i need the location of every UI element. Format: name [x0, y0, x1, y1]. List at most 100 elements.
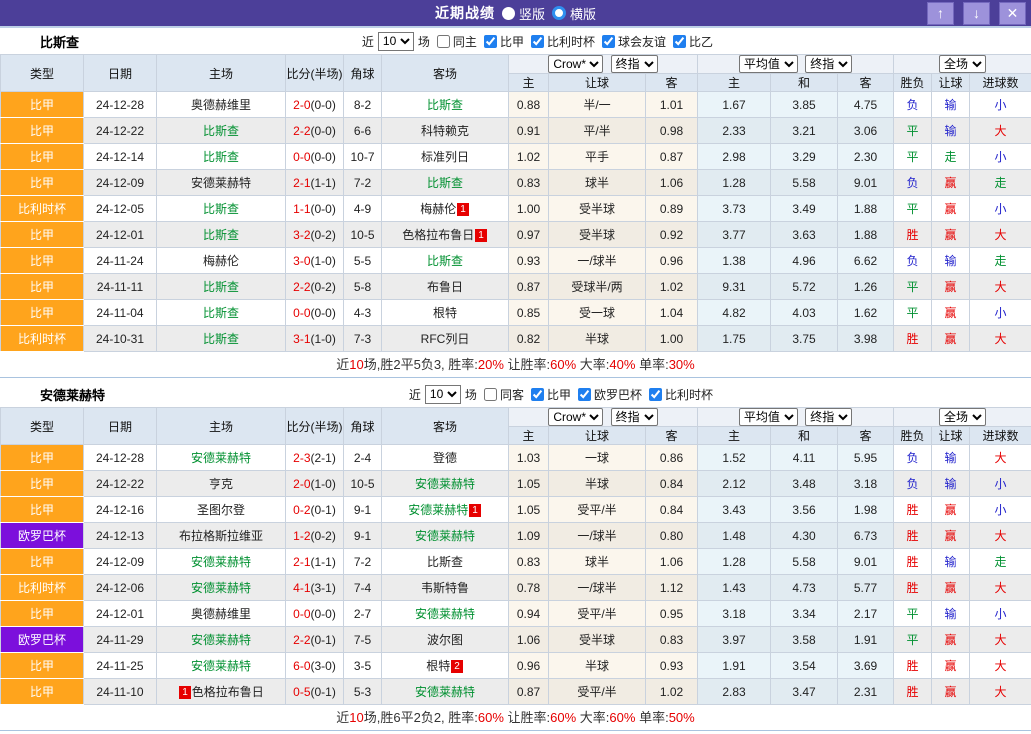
radio-selected-icon[interactable]	[502, 7, 515, 20]
final-odds-select-1[interactable]: 终指	[611, 55, 658, 73]
layout-radio-horizontal[interactable]: 横版	[552, 4, 596, 23]
match-date: 24-11-25	[84, 653, 157, 679]
match-type: 比甲	[1, 653, 84, 679]
move-down-button[interactable]: ↓	[963, 2, 990, 25]
league-checkbox[interactable]	[531, 388, 544, 401]
result-goals: 走	[970, 170, 1031, 196]
halftime-score: (1-1)	[311, 176, 336, 190]
avg-home-odds: 1.43	[698, 575, 771, 601]
column-header-avg-draw: 和	[771, 427, 838, 445]
column-header-away-odds: 客	[646, 427, 698, 445]
league-checkbox[interactable]	[484, 35, 497, 48]
handicap-line: 球半	[549, 170, 646, 196]
handicap-away-odds: 1.01	[646, 92, 698, 118]
corner-score: 8-2	[344, 92, 382, 118]
matches-count-select[interactable]: 10	[378, 32, 414, 51]
avg-draw-odds: 3.58	[771, 627, 838, 653]
final-odds-select-2[interactable]: 终指	[805, 55, 852, 73]
avg-home-odds: 1.67	[698, 92, 771, 118]
handicap-line: 受半球	[549, 196, 646, 222]
result-outcome: 胜	[894, 653, 932, 679]
avg-draw-odds: 3.49	[771, 196, 838, 222]
scope-select[interactable]: 全场	[939, 408, 986, 426]
match-row: 比甲24-12-28安德莱赫特2-3(2-1)2-4登德1.03一球0.861.…	[1, 445, 1031, 471]
team-label: 安德莱赫特	[191, 659, 251, 673]
average-select[interactable]: 平均值	[739, 55, 798, 73]
result-outcome: 胜	[894, 575, 932, 601]
summary-segment: 场,胜6平2负2, 胜率:	[364, 710, 478, 725]
fulltime-score: 3-2	[293, 228, 310, 242]
result-goals: 小	[970, 300, 1031, 326]
close-icon: ✕	[1007, 5, 1019, 22]
final-odds-select-1[interactable]: 终指	[611, 408, 658, 426]
same-venue-checkbox[interactable]	[484, 388, 497, 401]
same-venue-checkbox[interactable]	[437, 35, 450, 48]
match-type: 比甲	[1, 300, 84, 326]
result-handicap: 输	[932, 549, 970, 575]
corner-score: 2-7	[344, 601, 382, 627]
move-up-button[interactable]: ↑	[927, 2, 954, 25]
bookmaker-select[interactable]: Crow*	[548, 408, 603, 426]
league-checkbox[interactable]	[578, 388, 591, 401]
home-team: 奥德赫维里	[157, 601, 286, 627]
result-outcome: 平	[894, 144, 932, 170]
radio-unselected-icon[interactable]	[552, 6, 566, 20]
column-header-away-odds: 客	[646, 74, 698, 92]
match-score: 4-1(3-1)	[286, 575, 344, 601]
match-date: 24-12-28	[84, 92, 157, 118]
handicap-line: 一/球半	[549, 523, 646, 549]
fulltime-score: 3-1	[293, 332, 310, 346]
match-score: 1-1(0-0)	[286, 196, 344, 222]
away-team: 比斯查	[382, 170, 509, 196]
match-date: 24-12-06	[84, 575, 157, 601]
match-score: 1-2(0-2)	[286, 523, 344, 549]
team-label: 科特赖克	[421, 124, 469, 138]
match-row: 比甲24-11-101色格拉布鲁日0-5(0-1)5-3安德莱赫特0.87受平/…	[1, 679, 1031, 705]
halftime-score: (1-0)	[311, 332, 336, 346]
handicap-dropdowns-cell: Crow* 终指	[509, 408, 698, 427]
away-team: 韦斯特鲁	[382, 575, 509, 601]
column-header-handicap-result: 让球	[932, 427, 970, 445]
league-checkbox[interactable]	[531, 35, 544, 48]
close-button[interactable]: ✕	[999, 2, 1026, 25]
scope-select[interactable]: 全场	[939, 55, 986, 73]
away-team: 登德	[382, 445, 509, 471]
match-row: 比甲24-12-16圣图尔登0-2(0-1)9-1安德莱赫特11.05受平/半0…	[1, 497, 1031, 523]
fulltime-score: 2-1	[293, 555, 310, 569]
result-handicap: 输	[932, 601, 970, 627]
matches-count-select[interactable]: 10	[425, 385, 461, 404]
corner-score: 7-4	[344, 575, 382, 601]
result-goals: 小	[970, 196, 1031, 222]
final-odds-select-2[interactable]: 终指	[805, 408, 852, 426]
team-label: 梅赫伦	[420, 202, 456, 216]
checkbox-label: 同主	[453, 33, 477, 50]
average-select[interactable]: 平均值	[739, 408, 798, 426]
column-header-avg-away: 客	[838, 427, 894, 445]
match-row: 比甲24-11-04比斯查0-0(0-0)4-3根特0.85受一球1.044.8…	[1, 300, 1031, 326]
match-row: 比甲24-12-09安德莱赫特2-1(1-1)7-2比斯查0.83球半1.061…	[1, 549, 1031, 575]
corner-score: 7-2	[344, 549, 382, 575]
match-row: 比甲24-12-28奥德赫维里2-0(0-0)8-2比斯查0.88半/一1.01…	[1, 92, 1031, 118]
match-type: 比甲	[1, 445, 84, 471]
column-header-type: 类型	[1, 55, 84, 92]
halftime-score: (1-1)	[311, 555, 336, 569]
team-label: 梅赫伦	[203, 254, 239, 268]
handicap-line: 受平/半	[549, 679, 646, 705]
avg-away-odds: 9.01	[838, 549, 894, 575]
home-team: 1色格拉布鲁日	[157, 679, 286, 705]
layout-radio-vertical[interactable]: 竖版	[502, 4, 545, 23]
team-label: 安德莱赫特	[415, 529, 475, 543]
league-checkbox[interactable]	[649, 388, 662, 401]
bookmaker-select[interactable]: Crow*	[548, 55, 603, 73]
avg-home-odds: 1.52	[698, 445, 771, 471]
handicap-away-odds: 1.06	[646, 549, 698, 575]
checkbox-label: 欧罗巴杯	[594, 386, 642, 403]
handicap-home-odds: 0.96	[509, 653, 549, 679]
handicap-away-odds: 1.02	[646, 274, 698, 300]
avg-draw-odds: 5.58	[771, 549, 838, 575]
column-header-home: 主场	[157, 408, 286, 445]
league-checkbox[interactable]	[602, 35, 615, 48]
league-checkbox[interactable]	[673, 35, 686, 48]
handicap-away-odds: 0.89	[646, 196, 698, 222]
handicap-home-odds: 1.06	[509, 627, 549, 653]
